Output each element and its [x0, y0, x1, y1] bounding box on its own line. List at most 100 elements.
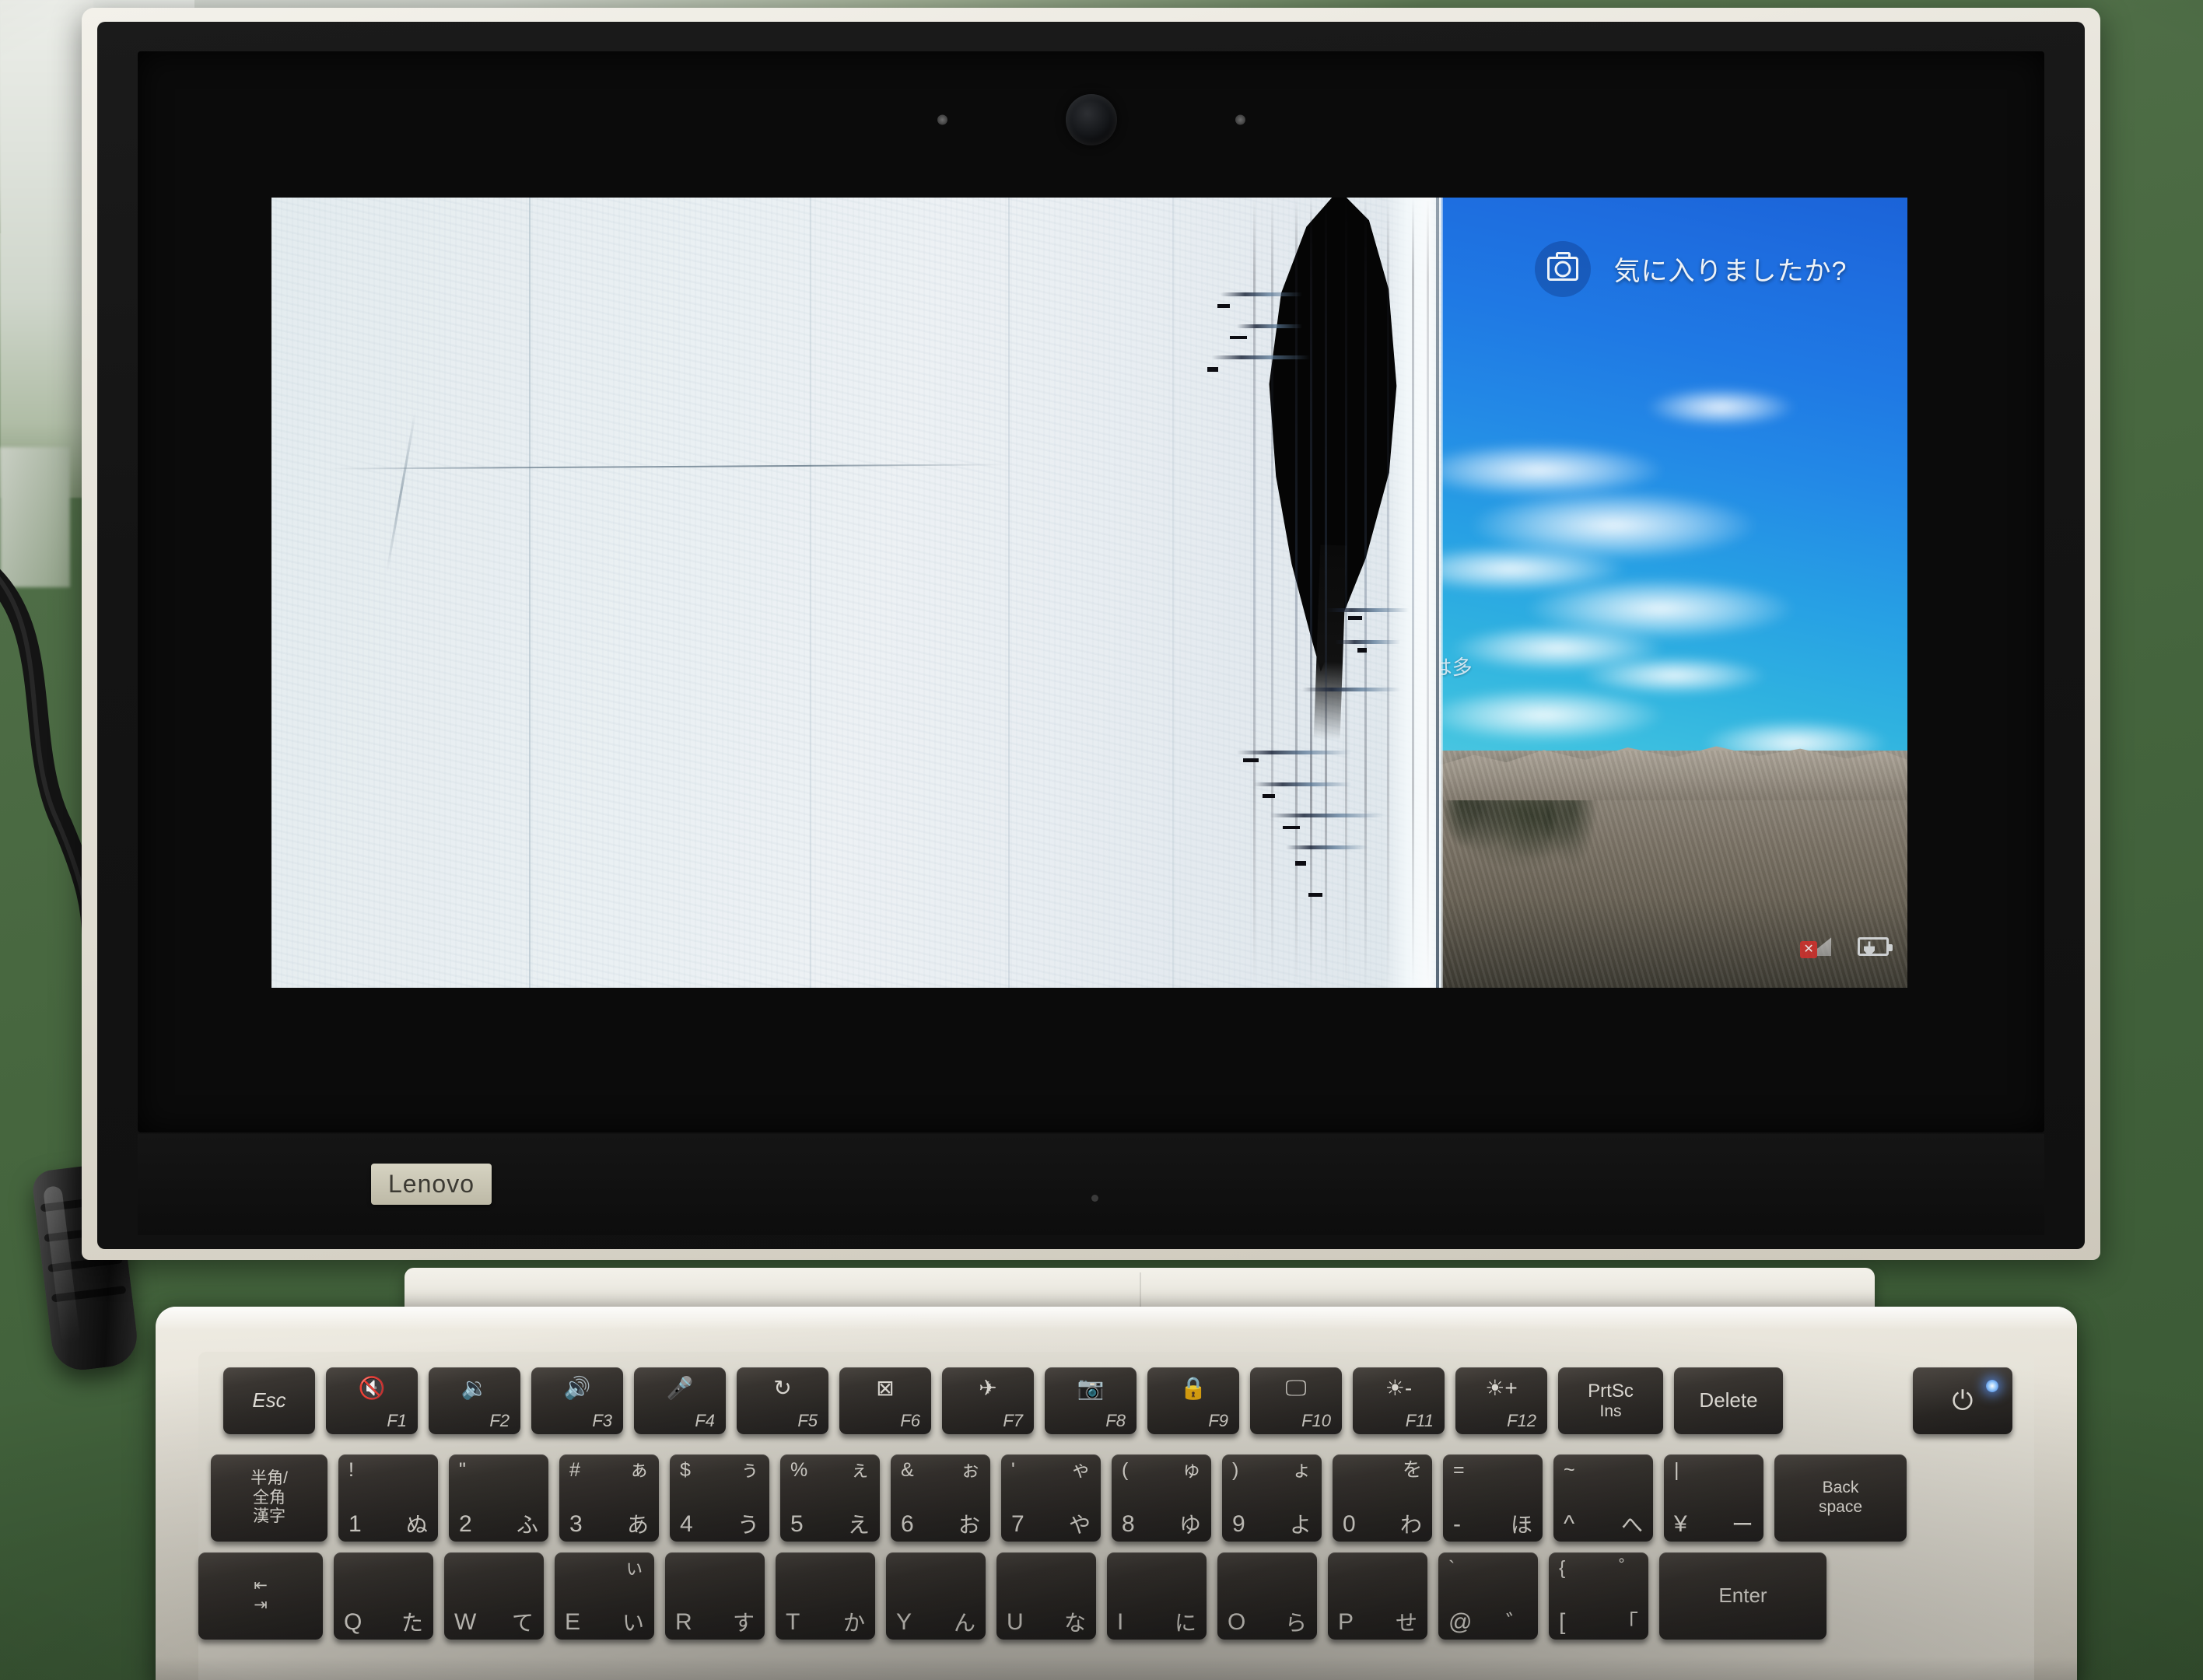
key-f7[interactable]: ✈ F7 — [942, 1367, 1034, 1434]
key-caret[interactable]: ~ ^ へ — [1553, 1454, 1653, 1542]
key-kana-legend: や — [1068, 1512, 1091, 1537]
key-backspace[interactable]: Back space — [1774, 1454, 1907, 1542]
key-shift-legend: ~ — [1564, 1459, 1575, 1481]
key-glyph-icon: 🎤 — [666, 1376, 694, 1400]
network-no-connection-icon[interactable]: ✕ — [1800, 937, 1832, 959]
key-kana-small-legend: ぉ — [960, 1459, 980, 1481]
key-glyph-icon: ↻ — [773, 1376, 792, 1400]
key-primary-legend: 2 — [459, 1510, 472, 1537]
spotlight-prompt[interactable]: 気に入りましたか? — [1534, 240, 1848, 297]
key-tab[interactable]: ⇤ ⇥ — [198, 1552, 323, 1640]
spotlight-icon-button[interactable] — [1534, 240, 1591, 297]
key-primary-legend: Y — [896, 1608, 912, 1635]
battery-charging-icon[interactable] — [1858, 937, 1893, 957]
key-f2[interactable]: 🔉 F2 — [429, 1367, 520, 1434]
webcam-indicator-right-icon — [1235, 114, 1245, 125]
key-key-o[interactable]: Oら — [1217, 1552, 1317, 1640]
key-primary-legend: 5 — [790, 1510, 804, 1537]
key-delete[interactable]: Delete — [1674, 1367, 1783, 1434]
key-minus[interactable]: = - ほ — [1443, 1454, 1543, 1542]
key-kana-legend: あ — [626, 1512, 649, 1537]
keyboard-well: Esc 🔇 F1 🔉 F2 🔊 F3 🎤 F4 ↻ F5 ⊠ F6 ✈ F7 📷 F8 🔒 F9 🖵 F10 ☀- F11 ☀… — [198, 1352, 2034, 1680]
power-button[interactable]: ⏻ — [1913, 1367, 2012, 1434]
key-label: 半角/全角 漢字 — [250, 1468, 288, 1526]
camera-icon — [1546, 252, 1578, 282]
key-key-q[interactable]: Qた — [334, 1552, 433, 1640]
key-primary-legend: O — [1228, 1608, 1246, 1635]
key-shift-legend: ' — [1011, 1459, 1015, 1481]
key-key-e[interactable]: ぃ E い — [555, 1552, 654, 1640]
key-f11[interactable]: ☀- F11 — [1353, 1367, 1445, 1434]
key-digit-6[interactable]: & ぉ 6 お — [891, 1454, 990, 1542]
bezel-dot-icon — [1091, 1195, 1098, 1202]
base-bevel — [156, 1307, 2077, 1330]
key-f4[interactable]: 🎤 F4 — [634, 1367, 726, 1434]
system-tray[interactable]: ✕ — [1800, 937, 1893, 959]
key-kana-small-legend: ぇ — [849, 1459, 870, 1481]
key-kana-legend: ー — [1731, 1512, 1753, 1537]
key-esc[interactable]: Esc — [223, 1367, 315, 1434]
key-f10[interactable]: 🖵 F10 — [1250, 1367, 1342, 1434]
key-kana-small-legend: ゅ — [1181, 1459, 1201, 1481]
key-glyph-icon: 🔉 — [461, 1376, 489, 1400]
key-label: ⇤ ⇥ — [254, 1577, 268, 1614]
key-digit-2[interactable]: " 2 ふ — [449, 1454, 548, 1542]
key-kana-legend: た — [401, 1610, 423, 1635]
key-yen[interactable]: | ¥ ー — [1664, 1454, 1763, 1542]
key-digit-5[interactable]: % ぇ 5 え — [780, 1454, 880, 1542]
key-enter[interactable]: Enter — [1659, 1552, 1826, 1640]
keyboard-qwerty-row: ⇤ ⇥ Q た W てぃ E い R す T か Y ん U な I に O ら P せ ` @ ゛{゜[「Enter — [198, 1552, 1826, 1640]
webcam-indicator-left-icon — [937, 114, 947, 125]
key-digit-9[interactable]: ) ょ 9 よ — [1222, 1454, 1322, 1542]
key-fn-label: F6 — [900, 1410, 920, 1430]
key-f6[interactable]: ⊠ F6 — [839, 1367, 931, 1434]
key-f1[interactable]: 🔇 F1 — [326, 1367, 418, 1434]
key-kana-legend: せ — [1395, 1610, 1417, 1635]
key-primary-legend: Q — [344, 1608, 362, 1635]
key-primary-legend: R — [675, 1608, 692, 1635]
key-glyph-icon: 🔒 — [1179, 1376, 1207, 1400]
key-kana-legend: ゆ — [1179, 1512, 1201, 1537]
key-fn-label: F12 — [1507, 1410, 1536, 1430]
key-f3[interactable]: 🔊 F3 — [531, 1367, 623, 1434]
lid-inner-frame: 気に入りましたか? は多 ✕ Lenovo — [97, 22, 2085, 1249]
key-key-r[interactable]: Rす — [665, 1552, 765, 1640]
key-kana-legend: す — [732, 1610, 755, 1635]
key-primary-legend: 8 — [1122, 1510, 1135, 1537]
key-digit-0[interactable]: を 0 わ — [1333, 1454, 1432, 1542]
key-fn-label: F2 — [489, 1410, 510, 1430]
key-f5[interactable]: ↻ F5 — [737, 1367, 828, 1434]
key-key-at[interactable]: ` @ ゛ — [1438, 1552, 1538, 1640]
key-kana-legend: う — [737, 1512, 759, 1537]
key-key-t[interactable]: Tか — [776, 1552, 875, 1640]
key-key-u[interactable]: Uな — [996, 1552, 1096, 1640]
key-glyph-icon: ✈ — [979, 1376, 997, 1400]
key-key-p[interactable]: Pせ — [1328, 1552, 1427, 1640]
key-key-w[interactable]: Wて — [444, 1552, 544, 1640]
key-digit-3[interactable]: # ぁ 3 あ — [559, 1454, 659, 1542]
key-digit-7[interactable]: ' ゃ 7 や — [1001, 1454, 1101, 1542]
key-primary-legend: [ — [1559, 1608, 1566, 1635]
key-key-bracket-left[interactable]: {゜ [「 — [1549, 1552, 1648, 1640]
key-f8[interactable]: 📷 F8 — [1045, 1367, 1137, 1434]
key-kana-legend: て — [511, 1610, 534, 1635]
key-hankaku-zenkaku[interactable]: 半角/全角 漢字 — [211, 1454, 327, 1542]
lcd-panel: 気に入りましたか? は多 ✕ — [271, 198, 1907, 988]
key-key-y[interactable]: Yん — [886, 1552, 986, 1640]
key-kana-legend: わ — [1399, 1512, 1422, 1537]
lenovo-logo: Lenovo — [371, 1164, 492, 1205]
key-fn-label: F3 — [592, 1410, 612, 1430]
key-f12[interactable]: ☀+ F12 — [1455, 1367, 1547, 1434]
key-fn-label: F4 — [695, 1410, 715, 1430]
webcam-icon — [1065, 94, 1117, 145]
key-primary-legend: P — [1338, 1608, 1354, 1635]
key-digit-1[interactable]: ! 1 ぬ — [338, 1454, 438, 1542]
key-f9[interactable]: 🔒 F9 — [1147, 1367, 1239, 1434]
key-prtsc[interactable]: PrtSc Ins — [1558, 1367, 1663, 1434]
key-glyph-icon: ☀+ — [1485, 1376, 1518, 1400]
key-digit-8[interactable]: (ゅ 8 ゆ — [1112, 1454, 1211, 1542]
key-label: Back space — [1818, 1479, 1863, 1516]
key-fn-label: F5 — [797, 1410, 818, 1430]
key-key-i[interactable]: Iに — [1107, 1552, 1207, 1640]
key-digit-4[interactable]: $ ぅ 4 う — [670, 1454, 769, 1542]
